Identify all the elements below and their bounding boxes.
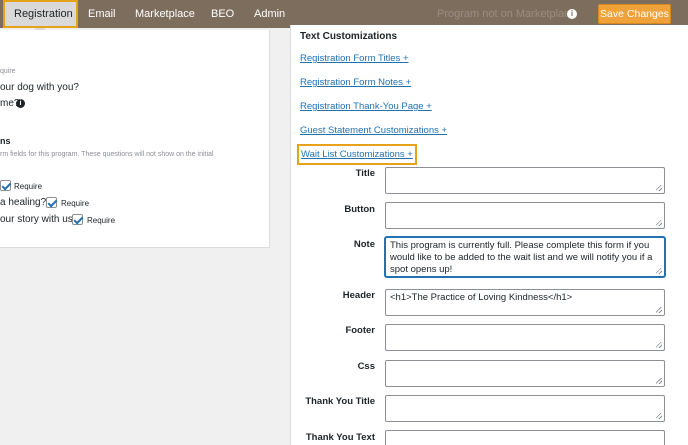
tab-marketplace[interactable]: Marketplace	[135, 0, 195, 28]
tab-beo[interactable]: BEO	[211, 0, 234, 28]
section-title: ns	[0, 136, 11, 146]
question-dog: our dog with you?	[0, 82, 79, 93]
require-checkbox-3[interactable]	[72, 214, 83, 225]
registration-questions-panel: quire our dog with you? me? i ns rm fiel…	[0, 30, 270, 248]
link-registration-form-titles[interactable]: Registration Form Titles +	[300, 53, 409, 64]
link-wait-list-customizations[interactable]: Wait List Customizations +	[297, 144, 417, 165]
field-label-header: Header	[342, 290, 375, 301]
question-info-icon[interactable]: i	[16, 99, 25, 108]
require-checkbox-1[interactable]	[0, 180, 11, 191]
field-label-footer: Footer	[345, 325, 375, 336]
info-icon[interactable]: i	[567, 9, 577, 19]
require-label-cropped: quire	[0, 68, 16, 75]
section-description: rm fields for this program. These questi…	[0, 151, 214, 158]
resize-handle[interactable]	[656, 185, 662, 191]
field-label-thank-you-title: Thank You Title	[305, 396, 375, 407]
save-changes-button[interactable]: Save Changes	[598, 4, 671, 24]
header-value: <h1>The Practice of Loving Kindness</h1>	[390, 292, 573, 303]
require-checkbox-2[interactable]	[46, 197, 57, 208]
field-label-thank-you-text: Thank You Text	[305, 432, 375, 443]
footer-textarea[interactable]	[385, 324, 665, 351]
link-registration-form-notes[interactable]: Registration Form Notes +	[300, 77, 411, 88]
title-textarea[interactable]	[385, 167, 665, 194]
resize-handle[interactable]	[656, 220, 662, 226]
question-story: our story with us	[0, 214, 73, 225]
tab-admin[interactable]: Admin	[254, 0, 285, 28]
top-nav-bar: Registration Email Marketplace BEO Admin…	[0, 0, 688, 28]
note-value: This program is currently full. Please c…	[390, 240, 653, 275]
field-label-note: Note	[353, 239, 375, 250]
question-healing: a healing?	[0, 197, 47, 208]
resize-handle[interactable]	[656, 342, 662, 348]
header-textarea[interactable]: <h1>The Practice of Loving Kindness</h1>	[385, 289, 665, 316]
resize-handle[interactable]	[656, 378, 662, 384]
field-label-button: Button	[344, 204, 375, 215]
thank-you-title-textarea[interactable]	[385, 395, 665, 422]
require-label-1: Require	[14, 182, 43, 191]
text-customizations-panel: Text Customizations Registration Form Ti…	[290, 25, 688, 445]
note-textarea[interactable]: This program is currently full. Please c…	[385, 237, 665, 277]
require-label-3: Require	[87, 216, 116, 225]
text-customizations-heading: Text Customizations	[300, 31, 398, 42]
field-label-title: Title	[355, 168, 375, 179]
require-label-2: Require	[61, 199, 90, 208]
tab-registration[interactable]: Registration	[3, 0, 78, 28]
css-textarea[interactable]	[385, 360, 665, 387]
resize-handle[interactable]	[656, 307, 662, 313]
button-textarea[interactable]	[385, 202, 665, 229]
link-registration-thank-you-page[interactable]: Registration Thank-You Page +	[300, 101, 432, 112]
resize-handle[interactable]	[656, 413, 662, 419]
link-guest-statement-customizations[interactable]: Guest Statement Customizations +	[300, 125, 447, 136]
resize-handle[interactable]	[656, 268, 662, 274]
marketplace-status-text: Program not on Marketplace	[437, 8, 576, 20]
thank-you-text-textarea[interactable]	[385, 430, 665, 445]
tab-email[interactable]: Email	[88, 0, 116, 28]
field-label-css: Css	[357, 361, 375, 372]
